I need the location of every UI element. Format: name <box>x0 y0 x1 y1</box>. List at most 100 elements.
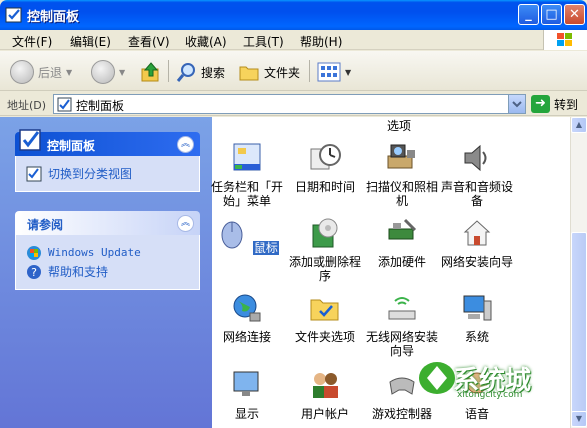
toolbar-separator <box>168 60 169 82</box>
help-support-link[interactable]: ? 帮助和支持 <box>26 262 189 281</box>
chevron-down-icon: ▼ <box>119 67 126 77</box>
views-button[interactable]: ▼ <box>317 59 351 85</box>
item-label: 鼠标 <box>252 241 279 255</box>
item-network-connections[interactable]: 网络连接 <box>210 291 284 344</box>
item-taskbar[interactable]: 任务栏和「开始」菜单 <box>210 141 284 208</box>
chevron-down-icon: ▼ <box>345 67 352 77</box>
search-button[interactable]: 搜索 <box>175 59 225 85</box>
item-mouse[interactable]: 鼠标 <box>210 216 284 255</box>
category-view-icon <box>26 166 42 181</box>
item-user-accounts[interactable]: 用户帐户 <box>288 368 362 421</box>
scroll-down-button[interactable]: ▼ <box>571 411 587 427</box>
address-value: 控制面板 <box>76 99 125 113</box>
minimize-button[interactable]: _ <box>518 4 539 25</box>
scanner-icon <box>387 144 415 169</box>
item-label: 无线网络安装向导 <box>365 330 438 358</box>
item-add-hardware[interactable]: 添加硬件 <box>365 216 439 269</box>
vertical-scrollbar[interactable]: ▲ ▼ <box>570 117 587 428</box>
wireless-icon <box>388 297 416 320</box>
menu-favorites[interactable]: 收藏(A) <box>185 33 227 50</box>
switch-category-view-link[interactable]: 切换到分类视图 <box>26 164 189 183</box>
network-setup-icon <box>463 220 491 246</box>
folders-button[interactable]: 文件夹 <box>238 59 300 85</box>
item-date-time[interactable]: 日期和时间 <box>288 141 362 194</box>
users-icon <box>313 373 338 398</box>
panel-title: 控制面板 <box>47 139 96 153</box>
partial-item-label[interactable]: 选项 <box>387 117 411 134</box>
collapse-button[interactable]: ︽ <box>177 215 194 232</box>
scroll-thumb[interactable] <box>571 232 587 422</box>
window-title: 控制面板 <box>27 10 80 25</box>
menu-help[interactable]: 帮助(H) <box>300 33 342 50</box>
panel-body: 切换到分类视图 <box>15 156 200 192</box>
see-also-panel: 请参阅 ︽ Windows Update ? 帮助和支持 <box>15 211 200 290</box>
system-icon <box>463 295 492 321</box>
item-label: 游戏控制器 <box>371 407 432 421</box>
folders-label: 文件夹 <box>264 65 301 80</box>
search-icon <box>176 63 195 82</box>
item-label: 网络安装向导 <box>440 255 513 269</box>
watermark-subtext: xitongcity.com <box>457 390 523 400</box>
task-pane: 控制面板 ︽ 切换到分类视图 请参阅 ︽ Windows Update ? 帮助… <box>0 117 212 428</box>
panel-header[interactable]: 请参阅 ︽ <box>15 211 200 235</box>
item-label: 系统 <box>464 330 489 344</box>
control-panel-icon <box>5 7 22 23</box>
item-label: 显示 <box>234 407 259 421</box>
up-folder-button[interactable] <box>140 59 162 85</box>
item-label: 语音 <box>464 407 489 421</box>
item-folder-options[interactable]: 文件夹选项 <box>288 291 362 344</box>
menu-file[interactable]: 文件(F) <box>12 33 52 50</box>
menu-tools[interactable]: 工具(T) <box>243 33 284 50</box>
item-label: 网络连接 <box>222 330 271 344</box>
item-label: 文件夹选项 <box>294 330 355 344</box>
address-dropdown-button[interactable] <box>508 95 525 113</box>
scroll-up-button[interactable]: ▲ <box>571 117 587 133</box>
address-field[interactable]: 控制面板 <box>53 94 526 114</box>
windows-update-icon <box>27 245 41 260</box>
go-arrow-icon: ➜ <box>531 95 550 113</box>
address-bar: 地址(D) 控制面板 ➜ 转到 <box>0 92 587 116</box>
control-panel-panel: 控制面板 ︽ 切换到分类视图 <box>15 129 200 192</box>
forward-arrow-icon <box>91 60 115 84</box>
item-label: 任务栏和「开始」菜单 <box>210 180 283 208</box>
go-button[interactable]: ➜ 转到 <box>531 95 578 113</box>
forward-button[interactable]: ▼ <box>91 59 125 85</box>
menu-bar: 文件(F) 编辑(E) 查看(V) 收藏(A) 工具(T) 帮助(H) <box>0 30 587 50</box>
hardware-icon <box>388 218 417 240</box>
windows-logo-icon <box>543 30 587 50</box>
panel-header[interactable]: 控制面板 ︽ <box>15 129 200 156</box>
add-remove-programs-icon <box>312 218 338 248</box>
taskbar-icon <box>233 143 261 171</box>
item-network-setup-wizard[interactable]: 网络安装向导 <box>440 216 514 269</box>
close-button[interactable]: ✕ <box>564 4 585 25</box>
svg-text:?: ? <box>31 266 37 279</box>
address-label: 地址(D) <box>7 99 47 112</box>
item-wireless-network-wizard[interactable]: 无线网络安装向导 <box>365 291 439 358</box>
title-bar[interactable]: 控制面板 _ □ ✕ <box>0 0 587 30</box>
control-panel-icon <box>19 129 41 151</box>
item-label: 日期和时间 <box>294 180 355 194</box>
item-scanners-cameras[interactable]: 扫描仪和照相机 <box>365 141 439 208</box>
chevron-down-icon <box>512 101 522 108</box>
link-label: 切换到分类视图 <box>48 167 133 181</box>
menu-edit[interactable]: 编辑(E) <box>70 33 111 50</box>
item-display[interactable]: 显示 <box>210 368 284 421</box>
watermark-logo: 系统城 xitongcity.com <box>413 356 553 402</box>
item-system[interactable]: 系统 <box>440 291 514 344</box>
back-button[interactable]: 后退 ▼ <box>10 59 72 85</box>
display-icon <box>233 371 259 396</box>
clock-icon <box>310 144 341 170</box>
item-label: 声音和音频设备 <box>440 180 513 208</box>
link-label: 帮助和支持 <box>48 265 109 279</box>
item-add-remove-programs[interactable]: 添加或删除程序 <box>288 216 362 283</box>
menu-view[interactable]: 查看(V) <box>128 33 170 50</box>
item-sounds-audio[interactable]: 声音和音频设备 <box>440 141 514 208</box>
maximize-button[interactable]: □ <box>541 4 562 25</box>
link-label: Windows Update <box>48 246 141 259</box>
go-label: 转到 <box>554 97 579 112</box>
collapse-button[interactable]: ︽ <box>177 136 194 153</box>
item-label: 扫描仪和照相机 <box>365 180 438 208</box>
views-icon <box>317 62 341 82</box>
windows-update-link[interactable]: Windows Update <box>26 243 189 262</box>
panel-title: 请参阅 <box>27 218 64 232</box>
